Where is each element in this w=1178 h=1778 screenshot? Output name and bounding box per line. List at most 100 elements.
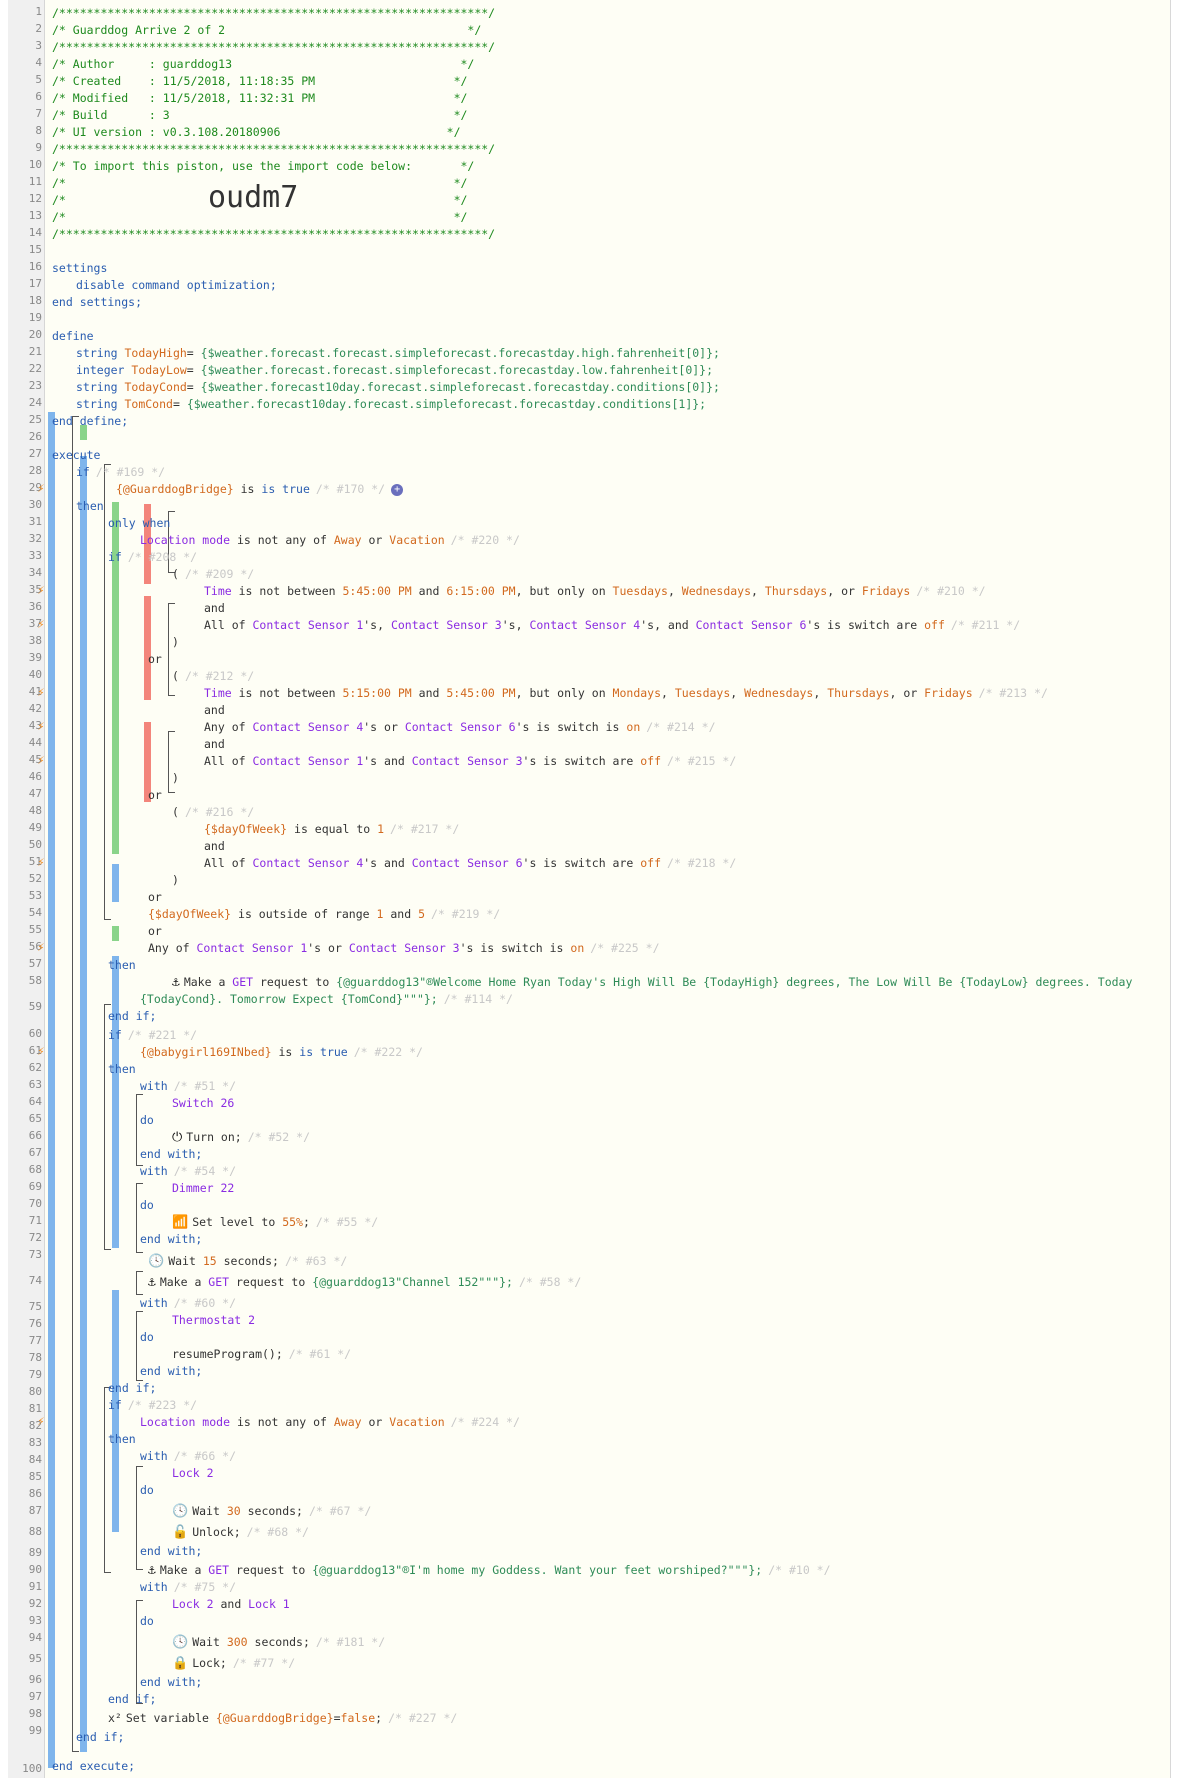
condition-214[interactable]: Any of Contact Sensor 4's or Contact Sen… xyxy=(204,719,716,735)
header-border[interactable]: /***************************************… xyxy=(52,5,495,21)
end-if-208[interactable]: end if; xyxy=(108,1008,156,1024)
command-turn-on[interactable]: ⏻ Turn on; /* #52 */ xyxy=(172,1129,310,1145)
wait-30[interactable]: 🕓 Wait 30 seconds; /* #67 */ xyxy=(172,1503,371,1519)
command-resume[interactable]: resumeProgram(); /* #61 */ xyxy=(172,1346,351,1362)
then-keyword[interactable]: then xyxy=(108,1061,136,1077)
http-request-10[interactable]: ⚓ Make a GET request to {@guarddog13"®I'm… xyxy=(148,1562,831,1578)
group-216-close[interactable]: ) xyxy=(172,872,179,888)
header-created[interactable]: /* Created : 11/5/2018, 11:18:35 PM */ xyxy=(52,73,467,89)
group-209-open[interactable]: (/* #209 */ xyxy=(172,566,254,582)
do-keyword[interactable]: do xyxy=(140,1329,154,1345)
condition-213[interactable]: Time is not between 5:15:00 PM and 5:45:… xyxy=(204,685,1048,701)
do-keyword[interactable]: do xyxy=(140,1112,154,1128)
condition-225[interactable]: Any of Contact Sensor 1's or Contact Sen… xyxy=(148,940,660,956)
then-keyword[interactable]: then xyxy=(76,498,104,514)
group-216-open[interactable]: (/* #216 */ xyxy=(172,804,254,820)
with-75[interactable]: with /* #75 */ xyxy=(140,1579,236,1595)
or-keyword[interactable]: or xyxy=(148,651,162,667)
settings-keyword[interactable]: settings xyxy=(52,260,107,276)
if-169[interactable]: if /* #169 */ xyxy=(76,464,165,480)
with-54[interactable]: with /* #54 */ xyxy=(140,1163,236,1179)
command-set-level[interactable]: 📶 Set level to 55%; /* #55 */ xyxy=(172,1214,378,1230)
set-variable[interactable]: x² Set variable {@GuarddogBridge}=false; /… xyxy=(108,1710,457,1726)
header-ui-version[interactable]: /* UI version : v0.3.108.20180906 */ xyxy=(52,124,461,140)
device-thermostat-2[interactable]: Thermostat 2 xyxy=(172,1312,255,1328)
header-border[interactable]: /***************************************… xyxy=(52,226,495,242)
condition-guarddog-bridge[interactable]: {@GuarddogBridge} is onis true/* #170 */… xyxy=(116,481,404,497)
define-variable[interactable]: string TodayHigh= {$weather.forecast.for… xyxy=(76,345,720,361)
end-execute[interactable]: end execute; xyxy=(52,1758,135,1774)
define-keyword[interactable]: define xyxy=(52,328,94,344)
end-with[interactable]: end with; xyxy=(140,1674,202,1690)
condition-217[interactable]: {$dayOfWeek} is equal to 1 /* #217 */ xyxy=(204,821,459,837)
only-when-location[interactable]: Location mode is not any of Away or Vaca… xyxy=(140,532,520,548)
device-dimmer-22[interactable]: Dimmer 22 xyxy=(172,1180,234,1196)
http-request-114[interactable]: ⚓ Make a GET request to {@guarddog13"®Wel… xyxy=(172,974,1132,990)
end-if-169[interactable]: end if; xyxy=(76,1729,124,1745)
end-with[interactable]: end with; xyxy=(140,1231,202,1247)
or-keyword[interactable]: or xyxy=(148,923,162,939)
or-keyword[interactable]: or xyxy=(148,787,162,803)
do-keyword[interactable]: do xyxy=(140,1482,154,1498)
end-with[interactable]: end with; xyxy=(140,1146,202,1162)
and-keyword[interactable]: and xyxy=(204,736,225,752)
header-border[interactable]: /***************************************… xyxy=(52,39,495,55)
header-build[interactable]: /* Build : 3 */ xyxy=(52,107,467,123)
group-212-open[interactable]: (/* #212 */ xyxy=(172,668,254,684)
end-with[interactable]: end with; xyxy=(140,1543,202,1559)
if-208[interactable]: if /* #208 */ xyxy=(108,549,197,565)
condition-218[interactable]: All of Contact Sensor 4's and Contact Se… xyxy=(204,855,736,871)
define-variable[interactable]: string TodayCond= {$weather.forecast10da… xyxy=(76,379,720,395)
wait-15[interactable]: 🕓 Wait 15 seconds; /* #63 */ xyxy=(148,1253,347,1269)
if-221[interactable]: if /* #221 */ xyxy=(108,1027,197,1043)
code-token: 's xyxy=(459,941,474,955)
device-locks[interactable]: Lock 2 and Lock 1 xyxy=(172,1596,290,1612)
then-keyword[interactable]: then xyxy=(108,1431,136,1447)
condition-210[interactable]: Time is not between 5:45:00 PM and 6:15:… xyxy=(204,583,986,599)
condition-215[interactable]: All of Contact Sensor 1's and Contact Se… xyxy=(204,753,736,769)
end-if-223[interactable]: end if; xyxy=(108,1691,156,1707)
do-keyword[interactable]: do xyxy=(140,1613,154,1629)
http-request-58[interactable]: ⚓ Make a GET request to {@guarddog13"Chan… xyxy=(148,1274,581,1290)
with-60[interactable]: with /* #60 */ xyxy=(140,1295,236,1311)
device-lock-2[interactable]: Lock 2 xyxy=(172,1465,214,1481)
command-unlock[interactable]: 🔓 Unlock; /* #68 */ xyxy=(172,1524,309,1540)
header-modified[interactable]: /* Modified : 11/5/2018, 11:32:31 PM */ xyxy=(52,90,467,106)
add-condition-plus-icon[interactable]: + xyxy=(391,483,404,496)
import-code[interactable]: oudm7 xyxy=(208,180,298,215)
header-author[interactable]: /* Author : guarddog13 */ xyxy=(52,56,474,72)
command-lock[interactable]: 🔒 Lock; /* #77 */ xyxy=(172,1655,295,1671)
define-variable[interactable]: string TomCond= {$weather.forecast10day.… xyxy=(76,396,706,412)
and-keyword[interactable]: and xyxy=(204,838,225,854)
settings-end[interactable]: end settings; xyxy=(52,294,142,310)
wait-300[interactable]: 🕓 Wait 300 seconds; /* #181 */ xyxy=(172,1634,385,1650)
condition-222[interactable]: {@babygirl169INbed} is is true /* #222 */ xyxy=(140,1044,423,1060)
end-if-221[interactable]: end if; xyxy=(108,1380,156,1396)
end-with[interactable]: end with; xyxy=(140,1363,202,1379)
condition-224[interactable]: Location mode is not any of Away or Vaca… xyxy=(140,1414,520,1430)
and-keyword[interactable]: and xyxy=(204,702,225,718)
http-request-114-cont[interactable]: {TodayCond}. Tomorrow Expect {TomCond}""… xyxy=(140,991,513,1007)
header-border[interactable]: /***************************************… xyxy=(52,141,495,157)
and-keyword[interactable]: and xyxy=(204,600,225,616)
or-keyword[interactable]: or xyxy=(148,889,162,905)
device-switch-26[interactable]: Switch 26 xyxy=(172,1095,234,1111)
header-import-note[interactable]: /* To import this piston, use the import… xyxy=(52,158,474,174)
group-209-close[interactable]: ) xyxy=(172,634,179,650)
condition-219[interactable]: {$dayOfWeek} is outside of range 1 and 5… xyxy=(148,906,500,922)
settings-line[interactable]: disable command optimization; xyxy=(76,277,277,293)
define-variable[interactable]: integer TodayLow= {$weather.forecast.for… xyxy=(76,362,713,378)
if-223[interactable]: if /* #223 */ xyxy=(108,1397,197,1413)
group-212-close[interactable]: ) xyxy=(172,770,179,786)
condition-211[interactable]: All of Contact Sensor 1's, Contact Senso… xyxy=(204,617,1020,633)
code-token: /* #215 */ xyxy=(667,754,737,768)
define-end[interactable]: end define; xyxy=(52,413,128,429)
only-when[interactable]: only when xyxy=(108,515,170,531)
header-title[interactable]: /* Guarddog Arrive 2 of 2 */ xyxy=(52,22,481,38)
do-keyword[interactable]: do xyxy=(140,1197,154,1213)
then-keyword[interactable]: then xyxy=(108,957,136,973)
execute-keyword[interactable]: execute xyxy=(52,447,100,463)
with-51[interactable]: with /* #51 */ xyxy=(140,1078,236,1094)
code-token: is xyxy=(529,720,558,734)
with-66[interactable]: with /* #66 */ xyxy=(140,1448,236,1464)
